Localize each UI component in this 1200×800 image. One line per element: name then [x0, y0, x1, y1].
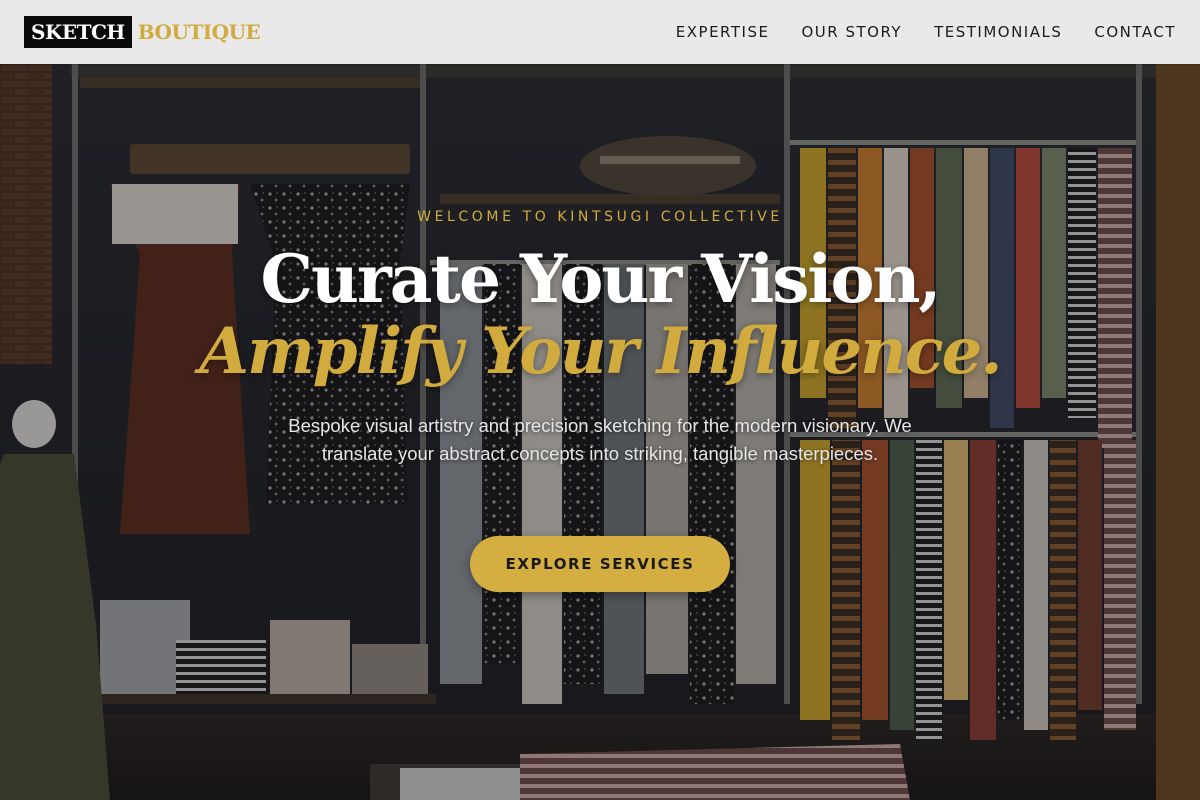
hero-content: WELCOME TO KINTSUGI COLLECTIVE Curate Yo… [0, 64, 1200, 800]
explore-services-button[interactable]: EXPLORE SERVICES [470, 536, 730, 592]
nav-link-our-story[interactable]: OUR STORY [801, 23, 902, 41]
hero-eyebrow: WELCOME TO KINTSUGI COLLECTIVE [417, 209, 783, 225]
logo-boutique-text: BOUTIQUE [137, 20, 261, 44]
logo-sketch-text: SKETCH [24, 16, 132, 48]
hero-headline-line1: Curate Your Vision, [260, 240, 942, 318]
site-header: SKETCH BOUTIQUE EXPERTISE OUR STORY TEST… [0, 0, 1200, 64]
brand-logo[interactable]: SKETCH BOUTIQUE [24, 16, 261, 48]
nav-link-expertise[interactable]: EXPERTISE [676, 23, 770, 41]
nav-link-testimonials[interactable]: TESTIMONIALS [934, 23, 1062, 41]
hero-description: Bespoke visual artistry and precision sk… [288, 415, 912, 464]
hero-headline-line2: Amplify Your Influence. [199, 314, 1002, 389]
main-nav: EXPERTISE OUR STORY TESTIMONIALS CONTACT [676, 23, 1176, 41]
nav-link-contact[interactable]: CONTACT [1094, 23, 1176, 41]
